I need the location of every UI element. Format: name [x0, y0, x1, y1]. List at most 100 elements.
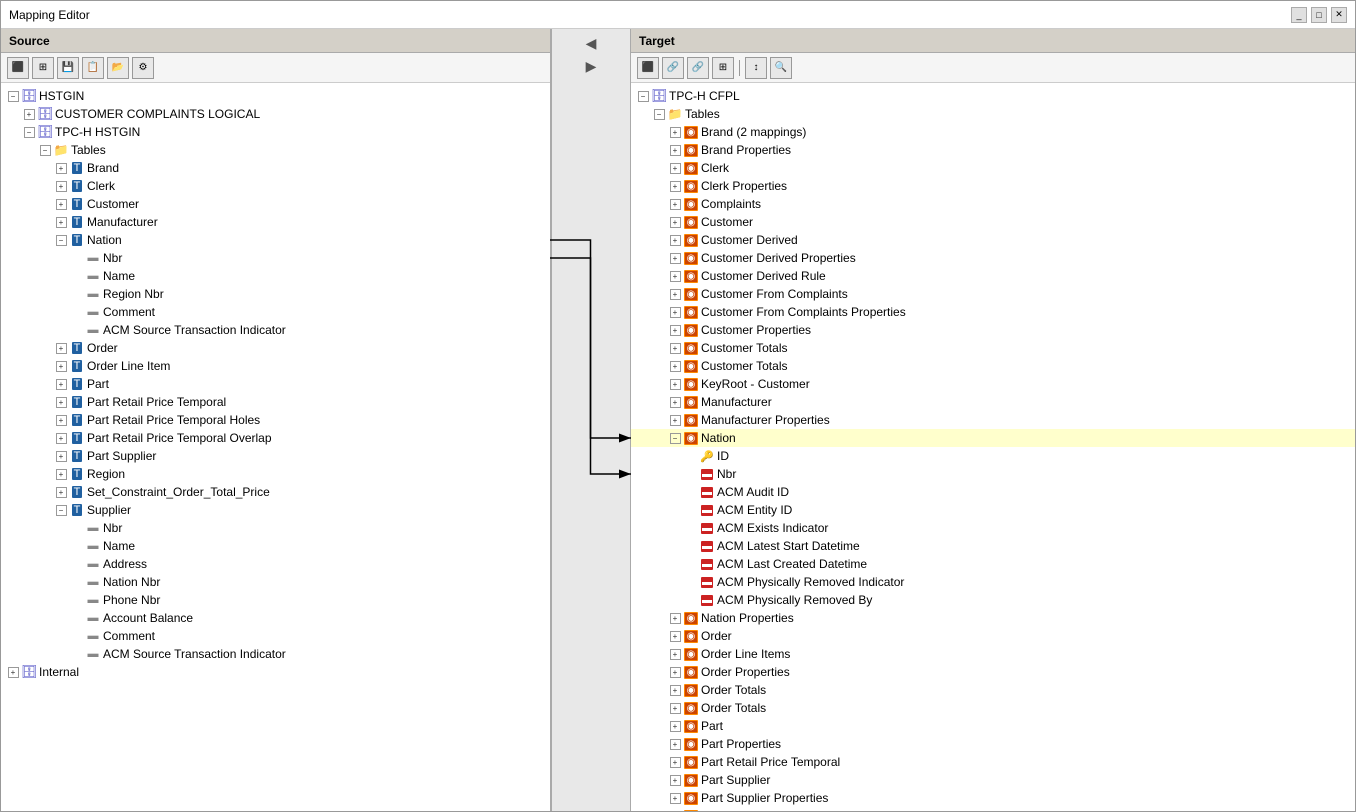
tree-node-region[interactable]: TRegion [1, 465, 550, 483]
tree-node-t-nation-acm-entity-id[interactable]: ▬ACM Entity ID [631, 501, 1355, 519]
tree-node-hstgin[interactable]: 🗄HSTGIN [1, 87, 550, 105]
tree-expander-part-retail-price-temporal-holes[interactable] [53, 412, 69, 428]
tree-expander-t-manufacturer[interactable] [667, 394, 683, 410]
tree-expander-t-clerk-props[interactable] [667, 178, 683, 194]
tree-node-t-customer-from-complaints[interactable]: ◉Customer From Complaints [631, 285, 1355, 303]
nav-right-arrow[interactable]: ▶ [582, 56, 601, 77]
tree-expander-tpc-h-hstgin[interactable] [21, 124, 37, 140]
tree-node-t-complaints[interactable]: ◉Complaints [631, 195, 1355, 213]
tree-node-t-nation-acm-phys-removed[interactable]: ▬ACM Physically Removed Indicator [631, 573, 1355, 591]
tree-node-supplier-comment[interactable]: ▬Comment [1, 627, 550, 645]
tree-expander-t-part-retail-price-temporal[interactable] [667, 754, 683, 770]
tree-expander-t-order[interactable] [667, 628, 683, 644]
tree-node-t-manufacturer-props[interactable]: ◉Manufacturer Properties [631, 411, 1355, 429]
tree-expander-t-customer-from-complaints-props[interactable] [667, 304, 683, 320]
tree-node-t-customer-totals-2[interactable]: ◉Customer Totals [631, 357, 1355, 375]
tree-expander-set-constraint[interactable] [53, 484, 69, 500]
tree-expander-t-order-totals-2[interactable] [667, 700, 683, 716]
tree-node-t-order-props[interactable]: ◉Order Properties [631, 663, 1355, 681]
tree-node-t-customer-props[interactable]: ◉Customer Properties [631, 321, 1355, 339]
tree-node-t-brand-2[interactable]: ◉Brand (2 mappings) [631, 123, 1355, 141]
tree-node-part[interactable]: TPart [1, 375, 550, 393]
tree-node-supplier-nation-nbr[interactable]: ▬Nation Nbr [1, 573, 550, 591]
tree-expander-t-part-props[interactable] [667, 736, 683, 752]
tree-expander-t-region[interactable] [667, 808, 683, 811]
target-btn4[interactable]: ⊞ [712, 57, 734, 79]
nav-left-arrow[interactable]: ◀ [582, 33, 601, 54]
tree-node-nation-name[interactable]: ▬Name [1, 267, 550, 285]
tree-expander-t-tables[interactable] [651, 106, 667, 122]
tree-node-customer[interactable]: TCustomer [1, 195, 550, 213]
tree-node-t-nation-acm-latest-start[interactable]: ▬ACM Latest Start Datetime [631, 537, 1355, 555]
tree-node-t-clerk[interactable]: ◉Clerk [631, 159, 1355, 177]
tree-node-t-part[interactable]: ◉Part [631, 717, 1355, 735]
tree-node-supplier[interactable]: TSupplier [1, 501, 550, 519]
maximize-button[interactable]: □ [1311, 7, 1327, 23]
tree-node-order-line-item[interactable]: TOrder Line Item [1, 357, 550, 375]
tree-node-supplier-nbr[interactable]: ▬Nbr [1, 519, 550, 537]
target-btn3[interactable]: 🔗 [687, 57, 709, 79]
tree-expander-t-keyroot-customer[interactable] [667, 376, 683, 392]
tree-node-nation[interactable]: TNation [1, 231, 550, 249]
tree-node-t-region[interactable]: ◉Region [631, 807, 1355, 811]
tree-expander-nation[interactable] [53, 232, 69, 248]
tree-node-clerk[interactable]: TClerk [1, 177, 550, 195]
tree-expander-clerk[interactable] [53, 178, 69, 194]
target-btn1[interactable]: ⬛ [637, 57, 659, 79]
tree-node-part-supplier[interactable]: TPart Supplier [1, 447, 550, 465]
tree-expander-t-order-line-items[interactable] [667, 646, 683, 662]
tree-node-t-manufacturer[interactable]: ◉Manufacturer [631, 393, 1355, 411]
tree-node-t-nation-nbr[interactable]: ▬Nbr [631, 465, 1355, 483]
tree-expander-t-customer-derived-rule[interactable] [667, 268, 683, 284]
tree-expander-t-clerk[interactable] [667, 160, 683, 176]
tree-node-t-tables[interactable]: 📁Tables [631, 105, 1355, 123]
tree-node-tpc-h-cfpl[interactable]: 🗄TPC-H CFPL [631, 87, 1355, 105]
tree-node-supplier-name[interactable]: ▬Name [1, 537, 550, 555]
tree-node-t-customer-from-complaints-props[interactable]: ◉Customer From Complaints Properties [631, 303, 1355, 321]
tree-node-t-keyroot-customer[interactable]: ◉KeyRoot - Customer [631, 375, 1355, 393]
tree-expander-t-order-props[interactable] [667, 664, 683, 680]
tree-expander-internal[interactable] [5, 664, 21, 680]
tree-node-supplier-account-balance[interactable]: ▬Account Balance [1, 609, 550, 627]
source-toolbar-btn4[interactable]: 📋 [82, 57, 104, 79]
tree-node-t-customer-totals-1[interactable]: ◉Customer Totals [631, 339, 1355, 357]
source-toolbar-btn2[interactable]: ⊞ [32, 57, 54, 79]
tree-node-t-nation-acm-exists[interactable]: ▬ACM Exists Indicator [631, 519, 1355, 537]
tree-node-t-customer-derived[interactable]: ◉Customer Derived [631, 231, 1355, 249]
tree-expander-brand[interactable] [53, 160, 69, 176]
tree-node-t-clerk-props[interactable]: ◉Clerk Properties [631, 177, 1355, 195]
tree-node-t-nation-id[interactable]: 🔑ID [631, 447, 1355, 465]
tree-expander-part-supplier[interactable] [53, 448, 69, 464]
tree-expander-part-retail-price-temporal[interactable] [53, 394, 69, 410]
tree-node-nation-nbr[interactable]: ▬Nbr [1, 249, 550, 267]
tree-node-t-nation[interactable]: ◉Nation [631, 429, 1355, 447]
tree-expander-t-part-supplier-props[interactable] [667, 790, 683, 806]
tree-expander-t-customer-totals-1[interactable] [667, 340, 683, 356]
source-toolbar-btn1[interactable]: ⬛ [7, 57, 29, 79]
tree-node-t-customer-derived-props[interactable]: ◉Customer Derived Properties [631, 249, 1355, 267]
tree-expander-t-manufacturer-props[interactable] [667, 412, 683, 428]
tree-expander-t-customer[interactable] [667, 214, 683, 230]
tree-expander-part-retail-price-temporal-overlap[interactable] [53, 430, 69, 446]
tree-expander-t-customer-derived[interactable] [667, 232, 683, 248]
tree-node-part-retail-price-temporal-overlap[interactable]: TPart Retail Price Temporal Overlap [1, 429, 550, 447]
tree-node-t-part-props[interactable]: ◉Part Properties [631, 735, 1355, 753]
tree-expander-t-customer-totals-2[interactable] [667, 358, 683, 374]
minimize-button[interactable]: _ [1291, 7, 1307, 23]
tree-expander-t-brand-props[interactable] [667, 142, 683, 158]
tree-expander-t-part[interactable] [667, 718, 683, 734]
tree-node-t-order-line-items[interactable]: ◉Order Line Items [631, 645, 1355, 663]
source-toolbar-btn6[interactable]: ⚙ [132, 57, 154, 79]
tree-node-part-retail-price-temporal[interactable]: TPart Retail Price Temporal [1, 393, 550, 411]
tree-node-tables[interactable]: 📁Tables [1, 141, 550, 159]
tree-expander-part[interactable] [53, 376, 69, 392]
tree-expander-manufacturer[interactable] [53, 214, 69, 230]
tree-expander-region[interactable] [53, 466, 69, 482]
tree-node-supplier-phone-nbr[interactable]: ▬Phone Nbr [1, 591, 550, 609]
tree-expander-tables[interactable] [37, 142, 53, 158]
source-toolbar-btn3[interactable]: 💾 [57, 57, 79, 79]
tree-node-order[interactable]: TOrder [1, 339, 550, 357]
tree-expander-hstgin[interactable] [5, 88, 21, 104]
tree-node-t-part-retail-price-temporal[interactable]: ◉Part Retail Price Temporal [631, 753, 1355, 771]
tree-node-t-part-supplier-props[interactable]: ◉Part Supplier Properties [631, 789, 1355, 807]
